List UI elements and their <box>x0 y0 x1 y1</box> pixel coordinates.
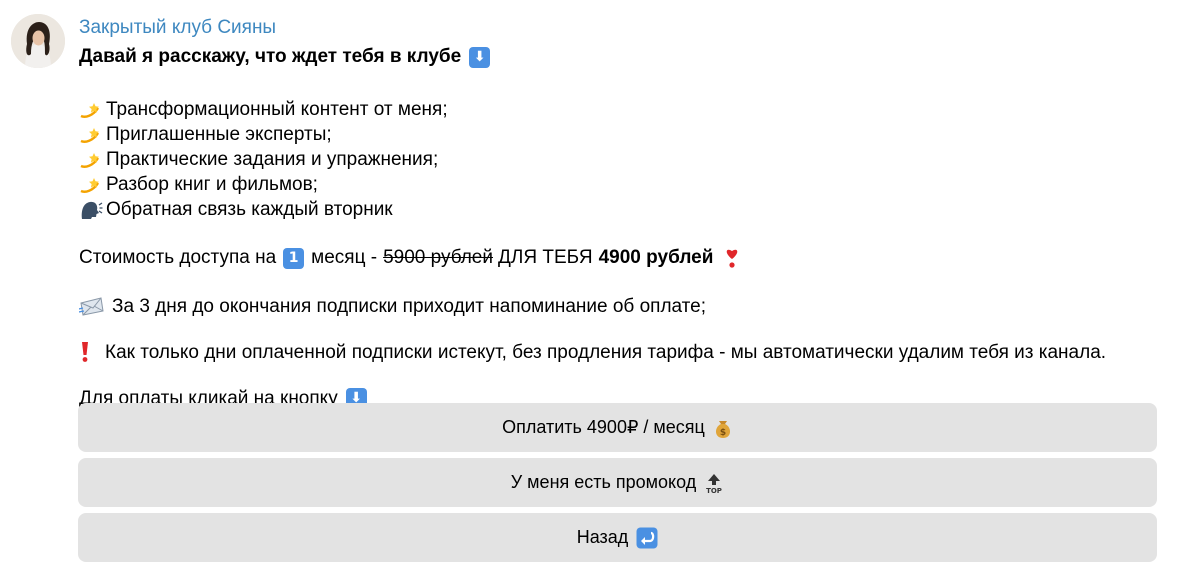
warning-text: Как только дни оплаченной подписки истек… <box>105 341 1107 363</box>
dizzy-icon <box>79 99 106 121</box>
return-arrow-icon <box>636 527 658 549</box>
feature-text: Трансформационный контент от меня; <box>106 99 448 120</box>
new-price: 4900 рублей <box>598 247 714 268</box>
back-button[interactable]: Назад <box>78 513 1157 562</box>
feature-text: Практические задания и упражнения; <box>106 149 439 170</box>
speaking-head-icon <box>79 199 106 221</box>
money-bag-icon: $ <box>713 417 733 439</box>
svg-text:TOP: TOP <box>706 487 722 494</box>
reminder-text: За 3 дня до окончания подписки приходит … <box>112 295 707 317</box>
for-you-label: ДЛЯ ТЕБЯ <box>498 247 593 268</box>
feature-list: Трансформационный контент от меня; Пригл… <box>79 97 1179 222</box>
pay-button-label: Оплатить 4900₽ / месяц <box>502 417 705 437</box>
avatar[interactable] <box>11 14 65 68</box>
headline-text: Давай я расскажу, что ждет тебя в клубе <box>79 46 462 67</box>
list-item: Практические задания и упражнения; <box>79 147 1179 172</box>
feature-text: Обратная связь каждый вторник <box>106 199 393 220</box>
list-item: Трансформационный контент от меня; <box>79 97 1179 122</box>
price-prefix: Стоимость доступа на <box>79 247 277 268</box>
dizzy-icon <box>79 174 106 196</box>
feature-text: Разбор книг и фильмов; <box>106 174 318 195</box>
incoming-envelope-icon <box>79 295 112 317</box>
reminder-line: За 3 дня до окончания подписки приходит … <box>79 291 1179 321</box>
list-item: Приглашенные эксперты; <box>79 122 1179 147</box>
list-item: Обратная связь каждый вторник <box>79 197 1179 222</box>
top-arrow-icon: TOP <box>704 472 724 494</box>
exclamation-icon <box>79 341 105 363</box>
inline-keyboard: Оплатить 4900₽ / месяц $ У меня есть про… <box>78 403 1157 568</box>
feature-text: Приглашенные эксперты; <box>106 124 332 145</box>
warning-line: Как только дни оплаченной подписки истек… <box>79 337 1179 367</box>
pay-button[interactable]: Оплатить 4900₽ / месяц $ <box>78 403 1157 452</box>
list-item: Разбор книг и фильмов; <box>79 172 1179 197</box>
heart-exclamation-icon <box>722 247 742 269</box>
channel-name[interactable]: Закрытый клуб Сияны <box>79 14 1179 42</box>
dizzy-icon <box>79 149 106 171</box>
promo-button-label: У меня есть промокод <box>510 472 697 492</box>
down-arrow-icon: ⬇ <box>469 46 491 68</box>
price-mid: месяц - <box>311 247 378 268</box>
message-headline: Давай я расскажу, что ждет тебя в клубе … <box>79 42 1179 72</box>
back-button-label: Назад <box>576 527 629 547</box>
price-line: Стоимость доступа на 1 месяц - 5900 рубл… <box>79 243 1179 273</box>
message-bubble: Закрытый клуб Сияны Давай я расскажу, чт… <box>79 14 1179 413</box>
promo-code-button[interactable]: У меня есть промокод TOP <box>78 458 1157 507</box>
dizzy-icon <box>79 124 106 146</box>
keycap-one-icon: 1 <box>283 247 305 269</box>
old-price: 5900 рублей <box>383 247 493 268</box>
svg-text:$: $ <box>720 428 726 438</box>
